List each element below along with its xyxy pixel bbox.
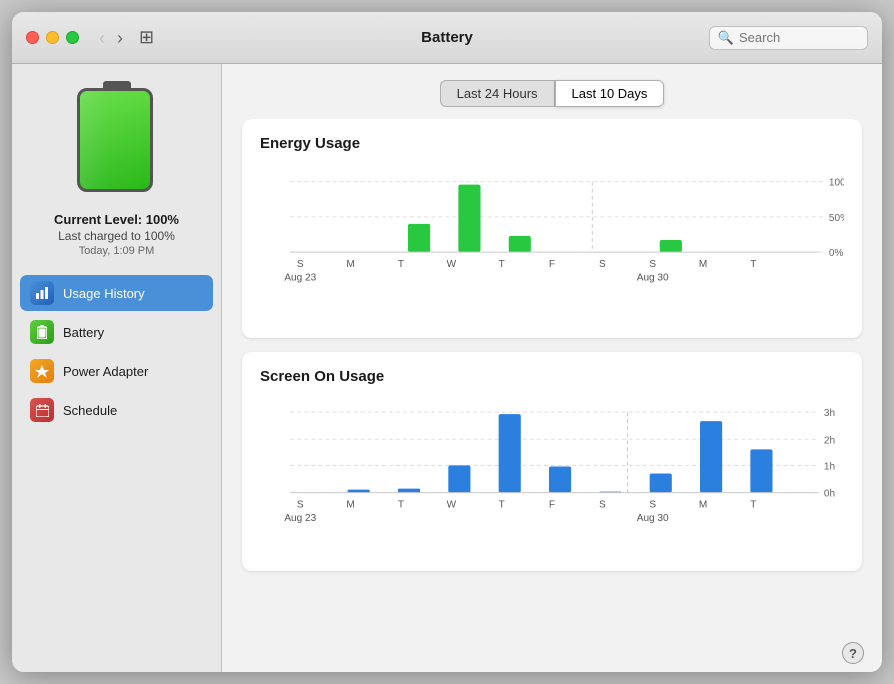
- search-box[interactable]: 🔍: [709, 26, 868, 50]
- svg-text:S: S: [297, 500, 304, 511]
- battery-graphic: [77, 88, 157, 198]
- battery-info: Current Level: 100% Last charged to 100%…: [54, 212, 179, 257]
- back-button[interactable]: ‹: [95, 27, 109, 49]
- svg-text:100%: 100%: [829, 178, 844, 189]
- forward-button[interactable]: ›: [113, 27, 127, 49]
- battery-timestamp: Today, 1:09 PM: [54, 245, 179, 257]
- energy-chart-container: 100% 50% 0%: [260, 162, 844, 322]
- battery-charged-text: Last charged to 100%: [54, 229, 179, 243]
- energy-chart-section: Energy Usage 100% 50% 0%: [242, 119, 862, 338]
- svg-text:W: W: [447, 500, 457, 511]
- svg-text:Aug 30: Aug 30: [637, 272, 669, 283]
- battery-fill: [80, 91, 150, 189]
- svg-text:S: S: [649, 500, 656, 511]
- tab-bar: Last 24 Hours Last 10 Days: [222, 64, 882, 119]
- maximize-button[interactable]: [66, 31, 79, 44]
- titlebar: ‹ › ⊞ Battery 🔍: [12, 12, 882, 64]
- svg-text:M: M: [699, 500, 707, 511]
- svg-text:W: W: [447, 259, 457, 270]
- screen-chart-title: Screen On Usage: [260, 368, 844, 385]
- battery-nav-icon: [30, 320, 54, 344]
- main-panel: Last 24 Hours Last 10 Days Energy Usage: [222, 64, 882, 672]
- svg-text:M: M: [699, 259, 707, 270]
- svg-text:F: F: [549, 259, 555, 270]
- help-button[interactable]: ?: [842, 642, 864, 664]
- nav-buttons: ‹ ›: [95, 27, 127, 49]
- svg-text:T: T: [398, 500, 404, 511]
- charts-area: Energy Usage 100% 50% 0%: [222, 119, 882, 672]
- svg-text:F: F: [549, 500, 555, 511]
- svg-text:S: S: [599, 500, 606, 511]
- sidebar-label-battery: Battery: [63, 325, 104, 340]
- svg-text:0h: 0h: [824, 489, 835, 500]
- svg-text:Aug 23: Aug 23: [284, 513, 316, 524]
- sidebar-item-schedule[interactable]: Schedule: [20, 392, 213, 428]
- svg-text:2h: 2h: [824, 435, 835, 446]
- main-window: ‹ › ⊞ Battery 🔍: [12, 12, 882, 672]
- usage-history-icon: [30, 281, 54, 305]
- svg-text:T: T: [398, 259, 404, 270]
- traffic-lights: [26, 31, 79, 44]
- svg-text:T: T: [499, 500, 505, 511]
- svg-text:T: T: [499, 259, 505, 270]
- svg-text:M: M: [346, 259, 354, 270]
- sidebar-item-battery[interactable]: Battery: [20, 314, 213, 350]
- battery-body: [77, 88, 153, 192]
- screen-chart-container: 3h 2h 1h 0h: [260, 395, 844, 555]
- screen-chart-section: Screen On Usage 3h 2h 1h 0h: [242, 352, 862, 571]
- app-grid-button[interactable]: ⊞: [139, 27, 154, 48]
- svg-text:0%: 0%: [829, 248, 844, 259]
- tab-last-10d[interactable]: Last 10 Days: [555, 80, 665, 107]
- sidebar: Current Level: 100% Last charged to 100%…: [12, 64, 222, 672]
- sidebar-label-usage-history: Usage History: [63, 286, 145, 301]
- screen-chart-svg: 3h 2h 1h 0h: [260, 395, 844, 555]
- close-button[interactable]: [26, 31, 39, 44]
- svg-text:Aug 30: Aug 30: [637, 513, 669, 524]
- power-adapter-icon: [30, 359, 54, 383]
- svg-text:M: M: [346, 500, 354, 511]
- energy-chart-svg: 100% 50% 0%: [260, 162, 844, 322]
- svg-text:Aug 23: Aug 23: [284, 272, 316, 283]
- svg-text:1h: 1h: [824, 461, 835, 472]
- battery-level-text: Current Level: 100%: [54, 212, 179, 227]
- search-icon: 🔍: [718, 30, 734, 46]
- svg-text:S: S: [649, 259, 656, 270]
- svg-text:T: T: [750, 259, 756, 270]
- battery-sheen: [80, 91, 150, 189]
- svg-text:3h: 3h: [824, 408, 835, 419]
- battery-icon-container: [77, 88, 157, 198]
- sidebar-label-schedule: Schedule: [63, 403, 117, 418]
- tab-last-24h[interactable]: Last 24 Hours: [440, 80, 555, 107]
- svg-text:T: T: [750, 500, 756, 511]
- energy-chart-title: Energy Usage: [260, 135, 844, 152]
- sidebar-item-usage-history[interactable]: Usage History: [20, 275, 213, 311]
- sidebar-nav: Usage History Battery Power Adapter: [12, 275, 221, 431]
- svg-text:S: S: [297, 259, 304, 270]
- window-title: Battery: [421, 29, 473, 46]
- sidebar-label-power-adapter: Power Adapter: [63, 364, 148, 379]
- battery-tip: [103, 81, 131, 88]
- minimize-button[interactable]: [46, 31, 59, 44]
- content-area: Current Level: 100% Last charged to 100%…: [12, 64, 882, 672]
- search-input[interactable]: [739, 30, 859, 45]
- svg-text:S: S: [599, 259, 606, 270]
- sidebar-item-power-adapter[interactable]: Power Adapter: [20, 353, 213, 389]
- schedule-icon: [30, 398, 54, 422]
- svg-text:50%: 50%: [829, 213, 844, 224]
